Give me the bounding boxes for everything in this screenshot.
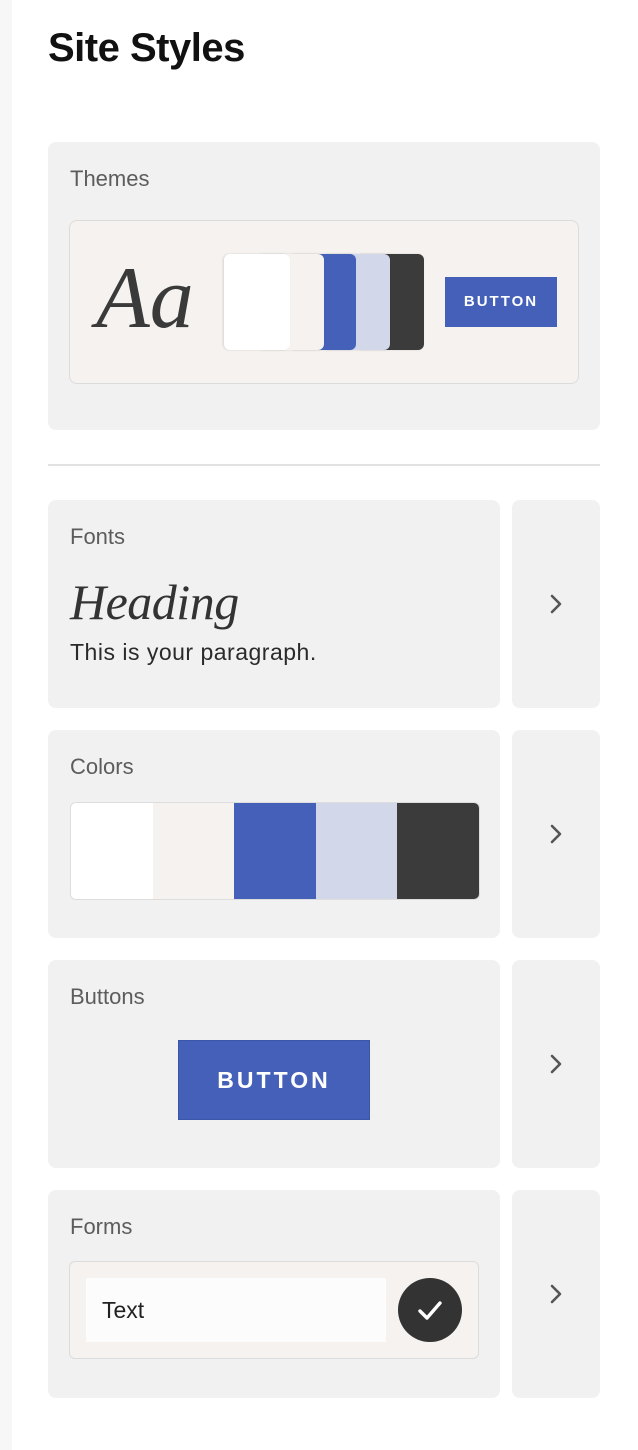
- theme-preview[interactable]: Aa BUTTON: [69, 220, 579, 384]
- heading-font-sample: Heading: [70, 574, 239, 630]
- page-title: Site Styles: [48, 26, 245, 70]
- color-swatch-5: [397, 803, 479, 899]
- themes-card[interactable]: Themes Aa BUTTON: [48, 142, 600, 430]
- forms-open-button[interactable]: [512, 1190, 600, 1398]
- color-swatch-4: [315, 803, 398, 899]
- fonts-open-button[interactable]: [512, 500, 600, 708]
- fonts-card[interactable]: Fonts Heading This is your paragraph.: [48, 500, 500, 708]
- colors-label: Colors: [70, 754, 134, 779]
- buttons-card[interactable]: Buttons BUTTON: [48, 960, 500, 1168]
- left-panel-edge: [0, 0, 12, 1450]
- buttons-open-button[interactable]: [512, 960, 600, 1168]
- buttons-label: Buttons: [70, 984, 145, 1009]
- chevron-right-icon: [550, 824, 562, 844]
- paragraph-font-sample: This is your paragraph.: [70, 639, 317, 665]
- form-submit-sample: [398, 1278, 462, 1342]
- theme-swatch-1: [224, 254, 290, 350]
- theme-font-sample: Aa: [96, 250, 194, 347]
- divider: [48, 464, 600, 466]
- color-swatch-3: [234, 803, 316, 899]
- button-style-sample: BUTTON: [178, 1040, 370, 1120]
- theme-button-sample: BUTTON: [445, 277, 557, 327]
- colors-card[interactable]: Colors: [48, 730, 500, 938]
- fonts-label: Fonts: [70, 524, 126, 549]
- forms-card[interactable]: Forms Text: [48, 1190, 500, 1398]
- forms-label: Forms: [70, 1214, 133, 1239]
- themes-label: Themes: [70, 166, 150, 191]
- form-preview: Text: [69, 1261, 479, 1359]
- checkmark-icon: [418, 1301, 442, 1320]
- color-palette: [70, 802, 480, 900]
- colors-open-button[interactable]: [512, 730, 600, 938]
- chevron-right-icon: [550, 1284, 562, 1304]
- chevron-right-icon: [550, 1054, 562, 1074]
- chevron-right-icon: [550, 594, 562, 614]
- color-swatch-1: [71, 803, 153, 899]
- form-text-field-sample: Text: [86, 1278, 386, 1342]
- color-swatch-2: [152, 803, 235, 899]
